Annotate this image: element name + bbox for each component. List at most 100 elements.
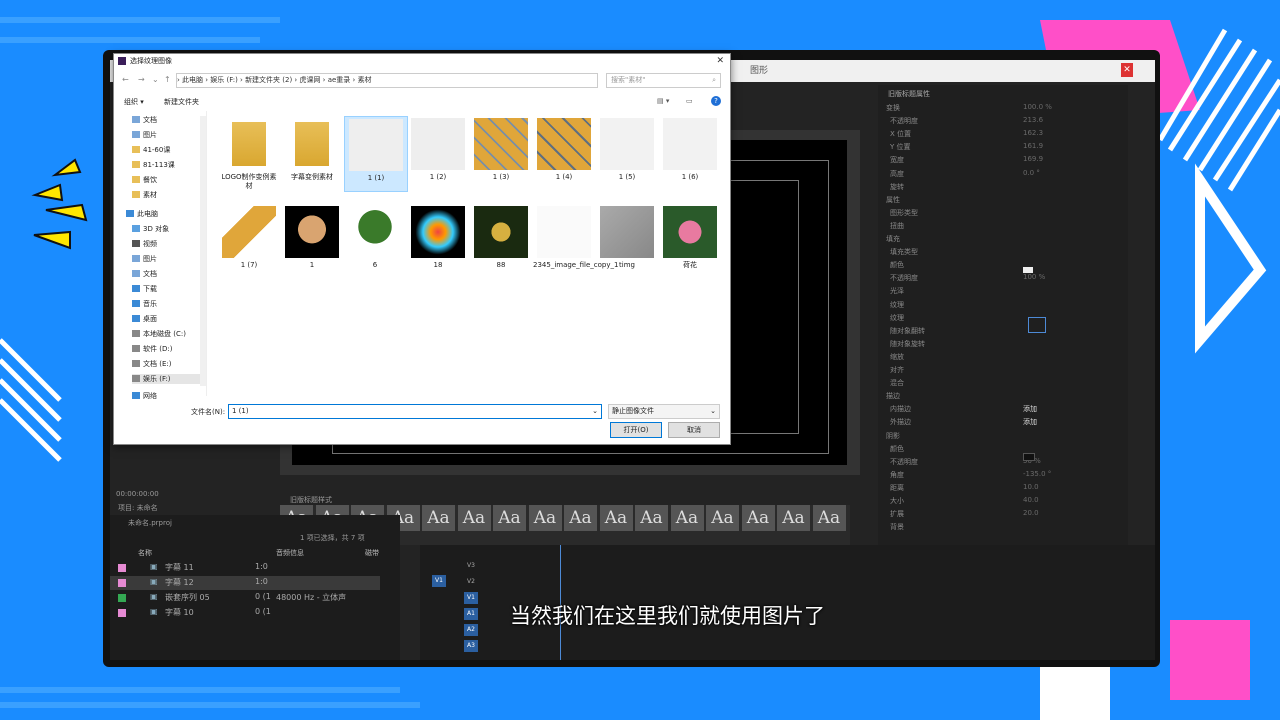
up-arrow-icon[interactable]: ↑	[164, 73, 171, 86]
title-style-swatch[interactable]: Aa	[741, 505, 775, 531]
file-item[interactable]: 18	[407, 204, 469, 278]
nav-item[interactable]: 下载	[132, 284, 157, 294]
fill-color-swatch[interactable]	[1023, 267, 1033, 273]
file-item[interactable]: 1 (2)	[407, 116, 469, 190]
title-style-swatch[interactable]: Aa	[457, 505, 491, 531]
address-bar[interactable]: › 此电脑 › 娱乐 (F:) › 新建文件夹 (2) › 虎课网 › ae重录…	[176, 73, 598, 88]
close-icon[interactable]: ✕	[1121, 63, 1133, 77]
property-value[interactable]: 169.9	[1023, 155, 1043, 163]
breadcrumb-item[interactable]: 新建文件夹 (2)	[245, 76, 292, 84]
nav-item[interactable]: 本地磁盘 (C:)	[132, 329, 186, 339]
cancel-button[interactable]: 取消	[668, 422, 720, 438]
file-item[interactable]: 6	[344, 204, 406, 278]
preview-pane-icon[interactable]: ▭	[686, 97, 693, 105]
filetype-select[interactable]: 静止图像文件 ⌄	[608, 404, 720, 419]
help-icon[interactable]: ?	[711, 96, 721, 106]
file-item[interactable]: 2345_image_file_copy_1	[533, 204, 618, 278]
track-toggle[interactable]: A1	[464, 608, 478, 620]
nav-item[interactable]: 素材	[132, 190, 157, 200]
file-item[interactable]: 1 (5)	[596, 116, 658, 190]
nav-item[interactable]: 此电脑	[126, 209, 158, 219]
close-icon[interactable]: ✕	[716, 54, 724, 68]
breadcrumb-item[interactable]: 娱乐 (F:)	[210, 76, 238, 84]
title-style-swatch[interactable]: Aa	[564, 505, 597, 531]
title-style-swatch[interactable]: Aa	[528, 505, 562, 531]
file-item[interactable]: LOGO制作变例素材	[218, 116, 280, 190]
track-toggle[interactable]: A3	[464, 640, 478, 652]
title-style-swatch[interactable]: Aa	[422, 505, 455, 531]
property-value[interactable]: 0.0 °	[1023, 169, 1040, 177]
title-style-swatch[interactable]: Aa	[493, 505, 526, 531]
nav-item[interactable]: 41-60课	[132, 145, 170, 155]
project-item[interactable]: ▣ 字幕 10 0 (1	[110, 606, 380, 620]
track-toggle[interactable]: V3	[464, 560, 478, 572]
file-item[interactable]: 1	[281, 204, 343, 278]
title-style-swatch[interactable]: Aa	[599, 505, 633, 531]
property-value[interactable]: -135.0 °	[1023, 470, 1051, 478]
track-toggle[interactable]: A2	[464, 624, 478, 636]
source-v1[interactable]: V1	[432, 575, 446, 587]
nav-item[interactable]: 娱乐 (F:)	[132, 374, 204, 384]
nav-item[interactable]: 图片	[132, 254, 157, 264]
nav-item[interactable]: 文档	[132, 115, 157, 125]
project-item[interactable]: ▣ 嵌套序列 05 0 (1 48000 Hz - 立体声	[110, 591, 380, 605]
title-style-swatch[interactable]: Aa	[706, 505, 739, 531]
title-style-swatch[interactable]: Aa	[777, 505, 810, 531]
forward-arrow-icon[interactable]: →	[138, 73, 145, 86]
file-item[interactable]: 1 (3)	[470, 116, 532, 190]
nav-item[interactable]: 餐饮	[132, 175, 157, 185]
nav-item[interactable]: 文档	[132, 269, 157, 279]
breadcrumb-item[interactable]: 虎课网	[299, 76, 320, 84]
shadow-color-swatch[interactable]	[1023, 453, 1035, 461]
breadcrumb-item[interactable]: 此电脑	[182, 76, 203, 84]
nav-scrollbar[interactable]	[200, 116, 206, 386]
track-toggle[interactable]: V1	[464, 592, 478, 604]
filename-input[interactable]: 1 (1) ⌄	[228, 404, 602, 419]
nav-item[interactable]: 视频	[132, 239, 157, 249]
view-options-icon[interactable]: ▤ ▾	[657, 97, 669, 105]
file-item[interactable]: 1 (1)	[344, 116, 408, 192]
title-style-swatch[interactable]: Aa	[670, 505, 704, 531]
title-style-swatch[interactable]: Aa	[635, 505, 668, 531]
nav-item[interactable]: 音乐	[132, 299, 157, 309]
nav-item[interactable]: 图片	[132, 130, 157, 140]
property-value[interactable]: 添加	[1023, 417, 1037, 427]
texture-swatch[interactable]	[1028, 317, 1046, 333]
organize-menu[interactable]: 组织 ▾	[124, 97, 144, 107]
column-audio-info[interactable]: 音频信息	[276, 548, 304, 558]
property-value[interactable]: 162.3	[1023, 129, 1043, 137]
file-item[interactable]: timg	[596, 204, 658, 278]
breadcrumb-item[interactable]: 素材	[358, 76, 372, 84]
project-tab[interactable]: 项目: 未命名	[118, 503, 158, 513]
search-input[interactable]: 搜索"素材" ⌕	[606, 73, 721, 88]
chevron-down-icon[interactable]: ⌄	[592, 405, 598, 418]
nav-item[interactable]: 文档 (E:)	[132, 359, 171, 369]
nav-item[interactable]: 网络	[132, 391, 157, 401]
open-button[interactable]: 打开(O)	[610, 422, 662, 438]
property-value[interactable]: 100.0 %	[1023, 103, 1052, 111]
property-value[interactable]: 100 %	[1023, 273, 1045, 281]
property-value[interactable]: 添加	[1023, 404, 1037, 414]
file-item[interactable]: 荷花	[659, 204, 721, 278]
property-value[interactable]: 10.0	[1023, 483, 1039, 491]
file-item[interactable]: 1 (7)	[218, 204, 280, 278]
back-arrow-icon[interactable]: ←	[122, 73, 129, 86]
file-item[interactable]: 1 (6)	[659, 116, 721, 190]
nav-item[interactable]: 软件 (D:)	[132, 344, 172, 354]
property-value[interactable]: 161.9	[1023, 142, 1043, 150]
column-tape[interactable]: 磁带	[365, 548, 379, 558]
file-item[interactable]: 88	[470, 204, 532, 278]
property-value[interactable]: 40.0	[1023, 496, 1039, 504]
property-value[interactable]: 20.0	[1023, 509, 1039, 517]
nav-item[interactable]: 桌面	[132, 314, 157, 324]
project-item[interactable]: ▣ 字幕 11 1:0	[110, 561, 380, 575]
title-style-swatch[interactable]: Aa	[812, 505, 846, 531]
nav-item[interactable]: 3D 对象	[132, 224, 169, 234]
file-item[interactable]: 1 (4)	[533, 116, 595, 190]
project-item[interactable]: ▣ 字幕 12 1:0	[110, 576, 380, 590]
new-folder-button[interactable]: 新建文件夹	[164, 97, 199, 107]
property-value[interactable]: 213.6	[1023, 116, 1043, 124]
column-name[interactable]: 名称	[138, 548, 152, 558]
breadcrumb-item[interactable]: ae重录	[328, 76, 351, 84]
recent-dropdown-icon[interactable]: ⌄	[152, 73, 159, 86]
